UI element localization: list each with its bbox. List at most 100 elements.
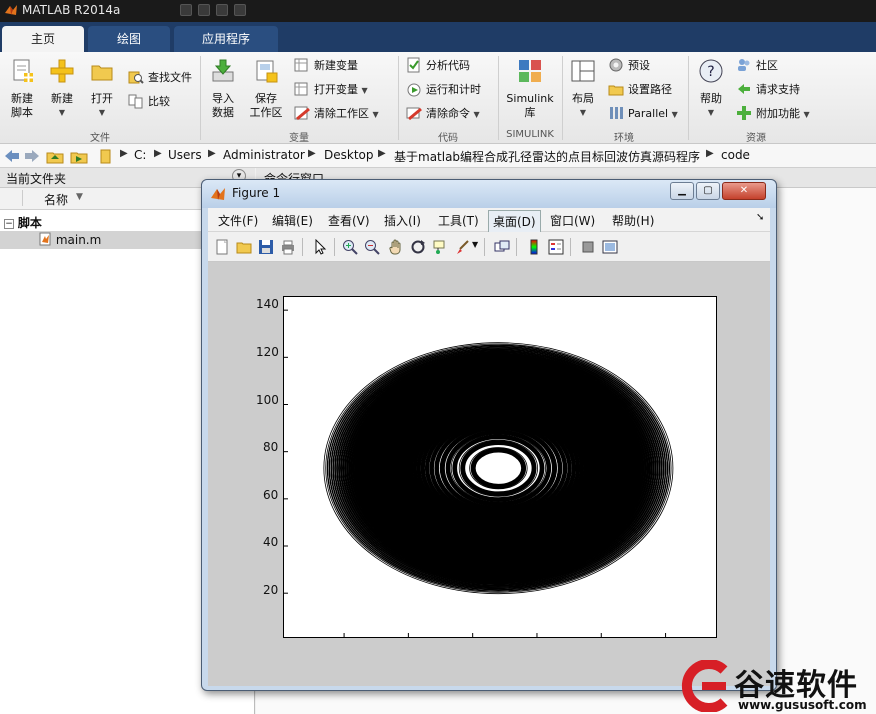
breadcrumb-item[interactable]: Users	[168, 148, 202, 162]
maximize-icon[interactable]: ▢	[696, 182, 720, 200]
show-plot-tools-icon[interactable]	[602, 239, 618, 255]
tab-plots[interactable]: 绘图	[88, 26, 170, 52]
quick-access-icon[interactable]	[198, 4, 210, 16]
quick-access-icon[interactable]	[216, 4, 228, 16]
dropdown-caret-icon: ▼	[372, 110, 379, 119]
breadcrumb-separator: ▶	[120, 148, 128, 159]
set-path-button[interactable]: 设置路径	[608, 80, 672, 100]
preferences-button[interactable]: 预设	[608, 56, 650, 76]
set-path-icon	[608, 85, 624, 96]
tree-group-label: 脚本	[17, 216, 42, 230]
clear-commands-button[interactable]: 清除命令 ▼	[406, 104, 480, 124]
find-files-button[interactable]: 查找文件	[128, 68, 192, 88]
breadcrumb-item[interactable]: Administrator	[223, 148, 305, 162]
new-figure-icon[interactable]	[214, 239, 230, 255]
figure-window[interactable]: Figure 1 ▁ ▢ ✕ 文件(F) 编辑(E) 查看(V) 插入(I) 工…	[201, 179, 777, 691]
legend-icon[interactable]	[548, 239, 564, 255]
y-tick-label: 120	[256, 345, 279, 359]
brush-icon[interactable]	[454, 239, 470, 255]
help-label: 帮助	[700, 92, 722, 105]
save-workspace-label: 保存 工作区	[249, 92, 283, 119]
open-variable-icon	[294, 82, 308, 96]
pan-icon[interactable]	[388, 239, 404, 255]
menu-window[interactable]: 窗口(W)	[550, 212, 595, 229]
parallel-icon	[610, 107, 623, 119]
back-arrow-icon[interactable]	[4, 149, 20, 163]
breadcrumb-item[interactable]: 基于matlab编程合成孔径雷达的点目标回波仿真源码程序	[394, 148, 700, 165]
menu-desktop[interactable]: 桌面(D)	[488, 210, 541, 233]
current-folder-address-bar: ▶ C: ▶ Users ▶ Administrator ▶ Desktop ▶…	[0, 144, 876, 168]
print-icon[interactable]	[280, 239, 296, 255]
request-support-button[interactable]: 请求支持	[736, 80, 800, 100]
open-variable-button[interactable]: 打开变量 ▼	[294, 80, 368, 100]
new-script-button[interactable]: 新建 脚本	[4, 58, 40, 120]
close-icon[interactable]: ✕	[722, 182, 766, 200]
compare-button[interactable]: 比较	[128, 92, 170, 112]
zoom-in-icon[interactable]	[342, 239, 358, 255]
menu-tools[interactable]: 工具(T)	[438, 212, 479, 229]
minimize-icon[interactable]: ▁	[670, 182, 694, 200]
new-variable-icon	[294, 58, 308, 72]
new-button[interactable]: 新建 ▼	[44, 58, 80, 120]
colorbar-icon[interactable]	[526, 239, 542, 255]
contour-plot[interactable]	[283, 296, 717, 638]
link-icon[interactable]	[494, 239, 510, 255]
tab-home[interactable]: 主页	[2, 26, 84, 52]
community-label: 社区	[756, 59, 778, 72]
sort-caret-icon[interactable]: ▼	[76, 192, 83, 202]
breadcrumb-item[interactable]: C:	[134, 148, 146, 162]
breadcrumb-item[interactable]: Desktop	[324, 148, 374, 162]
dock-arrow-icon[interactable]: ➘	[756, 212, 764, 223]
group-label-simulink: SIMULINK	[506, 129, 554, 140]
open-button[interactable]: 打开 ▼	[84, 58, 120, 120]
gususoft-logo-icon	[681, 660, 728, 712]
toolbar-separator	[484, 238, 485, 256]
help-button[interactable]: ? 帮助 ▼	[694, 58, 728, 120]
new-variable-button[interactable]: 新建变量	[294, 56, 358, 76]
dropdown-caret-icon: ▼	[671, 110, 678, 119]
hide-plot-tools-icon[interactable]	[580, 239, 596, 255]
app-title: MATLAB R2014a	[22, 3, 121, 17]
import-data-button[interactable]: 导入 数据	[204, 58, 242, 120]
quick-access-icon[interactable]	[234, 4, 246, 16]
save-workspace-button[interactable]: 保存 工作区	[246, 58, 286, 120]
app-title-bar: MATLAB R2014a	[0, 0, 876, 22]
add-ons-button[interactable]: 附加功能 ▼	[736, 104, 810, 124]
menu-view[interactable]: 查看(V)	[328, 212, 370, 229]
browse-folder-icon[interactable]	[70, 148, 88, 164]
dropdown-caret-icon[interactable]: ▼	[472, 240, 478, 249]
up-folder-icon[interactable]	[46, 148, 64, 164]
menu-help[interactable]: 帮助(H)	[612, 212, 654, 229]
open-icon[interactable]	[236, 239, 252, 255]
menu-file[interactable]: 文件(F)	[218, 212, 258, 229]
run-time-icon	[407, 83, 421, 97]
parallel-button[interactable]: Parallel ▼	[608, 104, 678, 124]
breadcrumb-item[interactable]: code	[721, 148, 750, 162]
community-icon	[738, 59, 750, 71]
clear-commands-label: 清除命令	[426, 107, 470, 120]
analyze-code-button[interactable]: 分析代码	[406, 56, 470, 76]
zoom-out-icon[interactable]	[364, 239, 380, 255]
data-cursor-icon[interactable]	[432, 239, 448, 255]
dropdown-caret-icon: ▼	[803, 110, 810, 119]
layout-button[interactable]: 布局 ▼	[566, 58, 600, 120]
run-and-time-button[interactable]: 运行和计时	[406, 80, 481, 100]
rotate-icon[interactable]	[410, 239, 426, 255]
figure-title-bar[interactable]: Figure 1 ▁ ▢ ✕	[202, 180, 776, 208]
quick-access-icon[interactable]	[180, 4, 192, 16]
dropdown-caret-icon: ▼	[707, 108, 715, 117]
simulink-library-button[interactable]: Simulink 库	[502, 58, 558, 120]
group-label-variable: 变量	[289, 133, 309, 144]
community-button[interactable]: 社区	[736, 56, 778, 76]
clear-workspace-button[interactable]: 清除工作区 ▼	[294, 104, 379, 124]
find-files-label: 查找文件	[148, 71, 192, 84]
menu-insert[interactable]: 插入(I)	[384, 212, 421, 229]
figure-canvas[interactable]: 140 120 100 80 60 40 20 20 40 60 80 100 …	[208, 262, 770, 686]
column-name-label[interactable]: 名称	[44, 191, 68, 208]
save-icon[interactable]	[258, 239, 274, 255]
collapse-icon[interactable]: −	[4, 219, 14, 229]
forward-arrow-icon[interactable]	[24, 149, 40, 163]
tab-apps[interactable]: 应用程序	[174, 26, 278, 52]
pointer-icon[interactable]	[312, 239, 328, 255]
menu-edit[interactable]: 编辑(E)	[272, 212, 313, 229]
